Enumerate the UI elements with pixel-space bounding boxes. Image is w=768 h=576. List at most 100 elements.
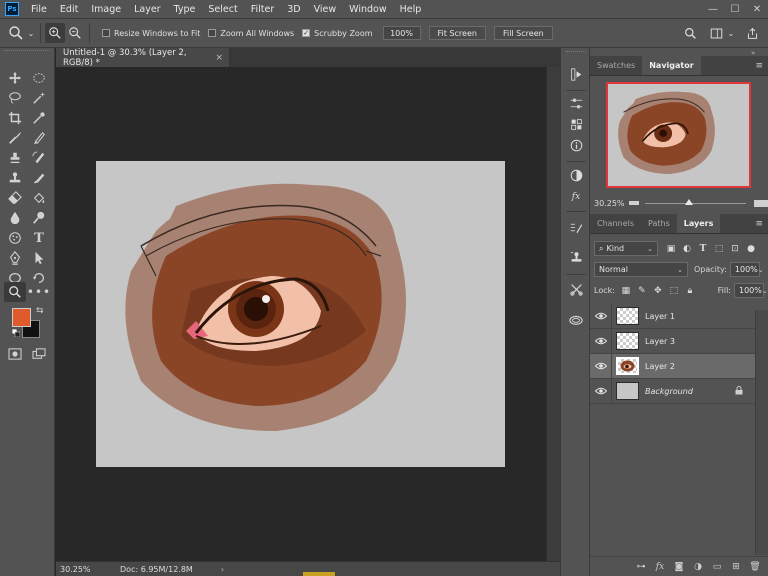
filter-kind-dropdown[interactable]: ⌕ Kind ⌄ — [594, 241, 658, 256]
menu-edit[interactable]: Edit — [60, 4, 78, 15]
magic-wand-icon[interactable] — [28, 88, 50, 108]
search-icon[interactable] — [680, 23, 700, 43]
panel-menu-icon[interactable]: ≡ — [755, 56, 763, 75]
tab-swatches[interactable]: Swatches — [590, 56, 642, 75]
zoom-out-icon[interactable] — [65, 23, 85, 43]
checkbox-box[interactable] — [208, 29, 217, 37]
lock-artboard-icon[interactable]: ⬚ — [667, 284, 681, 298]
fill-field[interactable]: 100% ⌄ — [734, 283, 768, 298]
move-tool-icon[interactable] — [4, 68, 26, 88]
quick-mask-icon[interactable] — [4, 344, 26, 364]
visibility-eye-icon[interactable] — [590, 378, 612, 404]
document-canvas[interactable] — [96, 161, 505, 467]
crop-tool-icon[interactable] — [4, 108, 26, 128]
zoom-tool-preset-icon[interactable] — [6, 23, 26, 43]
zoom-all-windows-checkbox[interactable]: Zoom All Windows — [208, 29, 294, 38]
navigator-preview[interactable] — [606, 82, 751, 188]
tab-paths[interactable]: Paths — [641, 214, 677, 233]
document-tab[interactable]: Untitled-1 @ 30.3% (Layer 2, RGB/8) * × — [56, 48, 230, 68]
history-brush-icon[interactable] — [28, 148, 50, 168]
vertical-scrollbar[interactable] — [546, 67, 560, 561]
clone-stamp-tool-icon[interactable] — [4, 168, 26, 188]
checkbox-box[interactable] — [102, 29, 110, 37]
zoom-out-mountain-icon[interactable] — [629, 201, 639, 205]
visibility-eye-icon[interactable] — [590, 328, 612, 354]
filter-type-icon[interactable]: T — [696, 242, 710, 256]
chevron-down-icon[interactable]: ⌄ — [726, 23, 736, 43]
filter-smart-object-icon[interactable]: ⊡ — [728, 242, 742, 256]
zoom-in-mountain-icon[interactable] — [754, 199, 768, 207]
spot-healing-icon[interactable] — [4, 128, 26, 148]
brush-tool-icon[interactable] — [28, 128, 50, 148]
color-icon[interactable] — [565, 166, 587, 184]
menu-image[interactable]: Image — [91, 4, 121, 15]
dodge-tool-icon[interactable] — [28, 208, 50, 228]
lock-position-icon[interactable]: ✥ — [651, 284, 665, 298]
lasso-tool-icon[interactable] — [4, 88, 26, 108]
clone-stamp-icon[interactable] — [4, 148, 26, 168]
tool-presets-icon[interactable] — [565, 280, 587, 298]
menu-3d[interactable]: 3D — [287, 4, 300, 15]
collapse-panels-icon[interactable]: » — [751, 49, 755, 57]
panel-menu-icon[interactable]: ≡ — [755, 214, 763, 233]
pen-tool-icon[interactable] — [4, 248, 26, 268]
tab-channels[interactable]: Channels — [590, 214, 641, 233]
history-icon[interactable] — [565, 65, 587, 83]
tab-layers[interactable]: Layers — [676, 214, 721, 233]
info-icon[interactable] — [565, 136, 587, 154]
eraser-tool-icon[interactable] — [4, 188, 26, 208]
visibility-eye-icon[interactable] — [590, 353, 612, 379]
layer-row-layer-3[interactable]: Layer 3 — [590, 328, 755, 354]
layers-scrollbar[interactable] — [755, 310, 768, 555]
tab-navigator[interactable]: Navigator — [642, 56, 701, 75]
resize-windows-checkbox[interactable]: Resize Windows to Fit — [102, 29, 200, 38]
workspace-icon[interactable] — [706, 23, 726, 43]
blend-mode-dropdown[interactable]: Normal ⌄ — [594, 262, 688, 277]
styles-fx-icon[interactable]: fx — [565, 188, 587, 206]
minimize-button[interactable]: — — [702, 0, 724, 18]
adjustments-icon[interactable] — [565, 94, 587, 112]
menu-filter[interactable]: Filter — [251, 4, 275, 15]
more-tools-icon[interactable]: ••• — [27, 282, 50, 302]
filter-shape-icon[interactable]: ⬚ — [712, 242, 726, 256]
fit-screen-button[interactable]: Fit Screen — [428, 26, 486, 40]
brush-settings-icon[interactable] — [565, 218, 587, 236]
swap-colors-icon[interactable]: ⇆ — [36, 306, 44, 316]
navigator-zoom-value[interactable]: 30.25% — [594, 199, 627, 208]
scrubby-zoom-checkbox[interactable]: ✓ Scrubby Zoom — [302, 29, 373, 38]
menu-window[interactable]: Window — [349, 4, 386, 15]
navigator-zoom-slider[interactable] — [644, 198, 747, 205]
type-tool-icon[interactable]: T — [28, 228, 50, 248]
history-brush-tool-icon[interactable] — [28, 168, 50, 188]
close-button[interactable]: ✕ — [746, 0, 768, 18]
clone-source-icon[interactable] — [565, 248, 587, 266]
layer-row-layer-2[interactable]: Layer 2 — [590, 353, 755, 379]
menu-help[interactable]: Help — [400, 4, 422, 15]
lock-transparent-icon[interactable]: ▦ — [619, 284, 633, 298]
blur-tool-icon[interactable] — [4, 208, 26, 228]
sponge-tool-icon[interactable] — [4, 228, 26, 248]
filter-toggle-icon[interactable]: ● — [744, 242, 758, 256]
marquee-tool-icon[interactable] — [28, 68, 50, 88]
path-selection-icon[interactable] — [28, 248, 50, 268]
visibility-eye-icon[interactable] — [590, 303, 612, 329]
lock-image-icon[interactable]: ✎ — [635, 284, 649, 298]
checkmark-icon[interactable]: ✓ — [302, 29, 311, 37]
opacity-field[interactable]: 100% ⌄ — [729, 262, 764, 277]
close-tab-icon[interactable]: × — [215, 53, 223, 63]
foreground-color-swatch[interactable] — [12, 308, 31, 327]
screen-mode-icon[interactable] — [28, 344, 50, 364]
maximize-button[interactable]: ☐ — [724, 0, 746, 18]
fill-screen-button[interactable]: Fill Screen — [493, 26, 553, 40]
panel-grip[interactable] — [566, 51, 586, 54]
share-icon[interactable] — [742, 23, 762, 43]
filter-adjustment-icon[interactable]: ◐ — [680, 242, 694, 256]
creative-cloud-icon[interactable] — [565, 310, 587, 328]
layer-row-background[interactable]: Background — [590, 378, 755, 404]
zoom-tool-icon[interactable] — [4, 282, 26, 302]
menu-view[interactable]: View — [314, 4, 337, 15]
lock-all-icon[interactable]: 🔒︎ — [683, 284, 697, 298]
libraries-icon[interactable] — [565, 115, 587, 133]
eyedropper-icon[interactable] — [28, 108, 50, 128]
chevron-down-icon[interactable]: ⌄ — [26, 23, 36, 43]
